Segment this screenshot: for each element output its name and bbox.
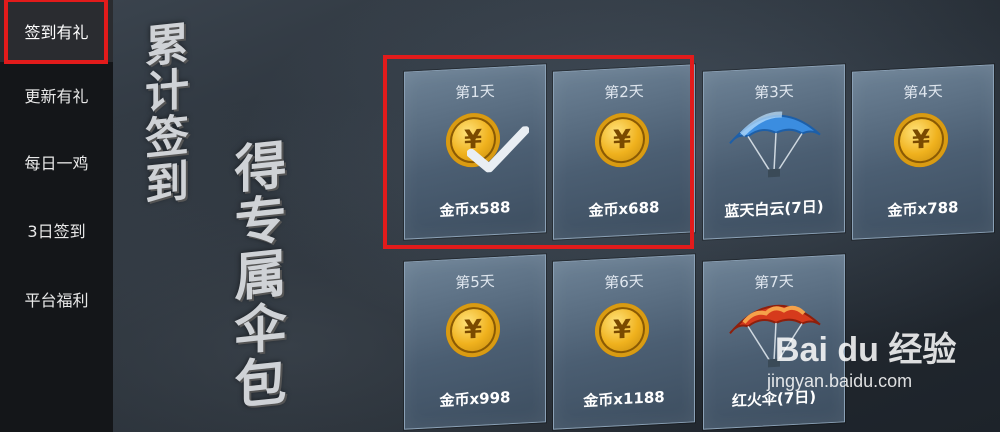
reward-label: 蓝天白云(7日) [724, 197, 824, 221]
reward-day: 第4天 [903, 81, 943, 103]
sidebar-item-daily-chicken[interactable]: 每日一鸡 [0, 131, 113, 193]
sidebar-item-label: 每日一鸡 [24, 154, 89, 173]
coin-icon: ¥ [446, 301, 500, 359]
reward-label: 金币x788 [887, 198, 959, 220]
slogan-line1: 累计签到 [137, 19, 188, 209]
sidebar-item-3day-checkin[interactable]: 3日签到 [0, 199, 113, 261]
coin-icon: ¥ [894, 111, 948, 169]
watermark-url: jingyan.baidu.com [767, 371, 913, 391]
reward-card-day3[interactable]: 第3天 蓝天白云(7日) [703, 64, 845, 240]
slogan-line2: 得专属伞包 [225, 136, 286, 414]
sidebar-item-label: 更新有礼 [24, 87, 89, 106]
sidebar-item-label: 3日签到 [27, 222, 86, 241]
sidebar-item-label: 平台福利 [24, 291, 89, 310]
reward-card-day5[interactable]: 第5天 ¥ 金币x998 [404, 254, 546, 430]
sidebar-item-update-gift[interactable]: 更新有礼 [0, 64, 113, 126]
annotation-highlight-box [4, 0, 108, 64]
sidebar: 签到有礼 更新有礼 每日一鸡 3日签到 平台福利 [0, 0, 113, 432]
reward-day: 第6天 [604, 271, 644, 293]
annotation-highlight-box [383, 55, 694, 249]
reward-label: 金币x1188 [583, 387, 665, 411]
reward-card-day4[interactable]: 第4天 ¥ 金币x788 [852, 64, 994, 240]
reward-label: 金币x998 [439, 388, 511, 410]
reward-card-day6[interactable]: 第6天 ¥ 金币x1188 [553, 254, 695, 430]
blue-parachute-icon [729, 111, 821, 178]
coin-icon: ¥ [595, 301, 649, 359]
baidu-jingyan-watermark: Bai du 经验 jingyan.baidu.com [767, 322, 957, 392]
reward-day: 第5天 [455, 271, 495, 293]
sidebar-item-platform-benefits[interactable]: 平台福利 [0, 268, 113, 330]
watermark-brand: Bai du 经验 [775, 331, 957, 369]
